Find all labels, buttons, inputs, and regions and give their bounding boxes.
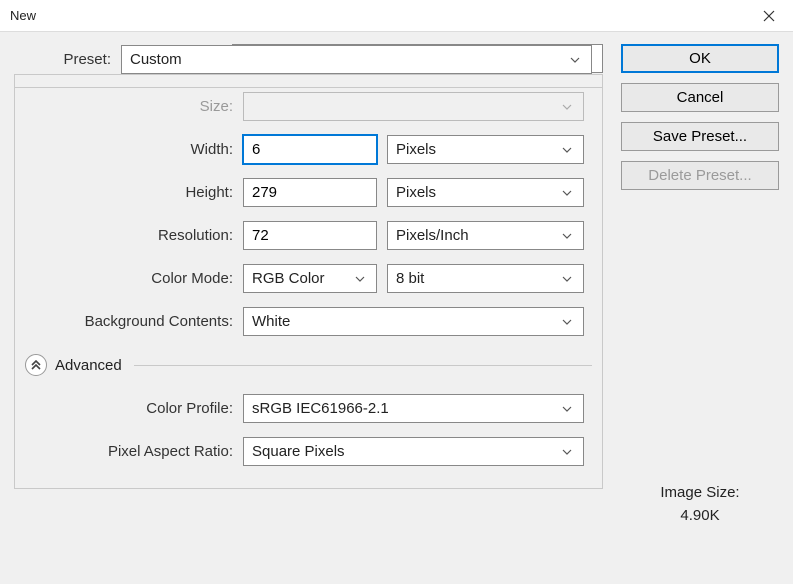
- chevron-down-icon: [352, 276, 368, 282]
- height-unit-select[interactable]: Pixels: [387, 178, 584, 207]
- resolution-unit-select[interactable]: Pixels/Inch: [387, 221, 584, 250]
- chevron-down-icon: [559, 449, 575, 455]
- color-profile-label: Color Profile:: [25, 400, 243, 417]
- double-chevron-up-icon: [31, 360, 41, 370]
- preset-select[interactable]: Custom: [121, 45, 592, 74]
- chevron-down-icon: [559, 147, 575, 153]
- window-title: New: [4, 8, 36, 23]
- chevron-down-icon: [559, 190, 575, 196]
- resolution-label: Resolution:: [25, 227, 243, 244]
- background-contents-select[interactable]: White: [243, 307, 584, 336]
- width-unit-select[interactable]: Pixels: [387, 135, 584, 164]
- width-input[interactable]: [243, 135, 377, 164]
- image-size-label: Image Size:: [621, 484, 779, 501]
- color-depth-select[interactable]: 8 bit: [387, 264, 584, 293]
- pixel-aspect-ratio-select[interactable]: Square Pixels: [243, 437, 584, 466]
- chevron-down-icon: [559, 233, 575, 239]
- color-mode-select[interactable]: RGB Color: [243, 264, 377, 293]
- close-button[interactable]: [749, 0, 789, 32]
- pixel-aspect-ratio-label: Pixel Aspect Ratio:: [25, 443, 243, 460]
- color-mode-label: Color Mode:: [25, 270, 243, 287]
- width-label: Width:: [25, 141, 243, 158]
- color-mode-value: RGB Color: [252, 270, 352, 287]
- background-contents-label: Background Contents:: [25, 313, 243, 330]
- height-input[interactable]: [243, 178, 377, 207]
- advanced-label: Advanced: [55, 357, 122, 374]
- cancel-button[interactable]: Cancel: [621, 83, 779, 112]
- chevron-down-icon: [559, 319, 575, 325]
- color-profile-value: sRGB IEC61966-2.1: [252, 400, 559, 417]
- background-contents-value: White: [252, 313, 559, 330]
- close-icon: [763, 10, 775, 22]
- preset-label: Preset:: [25, 51, 121, 68]
- height-label: Height:: [25, 184, 243, 201]
- chevron-down-icon: [567, 57, 583, 63]
- size-label: Size:: [25, 98, 243, 115]
- resolution-input[interactable]: [243, 221, 377, 250]
- divider: [134, 365, 592, 366]
- preset-value: Custom: [130, 51, 567, 68]
- image-size-value: 4.90K: [621, 507, 779, 524]
- chevron-down-icon: [559, 276, 575, 282]
- ok-button[interactable]: OK: [621, 44, 779, 73]
- image-size-display: Image Size: 4.90K: [621, 484, 779, 524]
- advanced-collapse-button[interactable]: [25, 354, 47, 376]
- delete-preset-button: Delete Preset...: [621, 161, 779, 190]
- chevron-down-icon: [559, 104, 575, 110]
- titlebar: New: [0, 0, 793, 32]
- resolution-unit-value: Pixels/Inch: [396, 227, 559, 244]
- chevron-down-icon: [559, 406, 575, 412]
- height-unit-value: Pixels: [396, 184, 559, 201]
- color-depth-value: 8 bit: [396, 270, 559, 287]
- color-profile-select[interactable]: sRGB IEC61966-2.1: [243, 394, 584, 423]
- save-preset-button[interactable]: Save Preset...: [621, 122, 779, 151]
- size-select: [243, 92, 584, 121]
- width-unit-value: Pixels: [396, 141, 559, 158]
- pixel-aspect-ratio-value: Square Pixels: [252, 443, 559, 460]
